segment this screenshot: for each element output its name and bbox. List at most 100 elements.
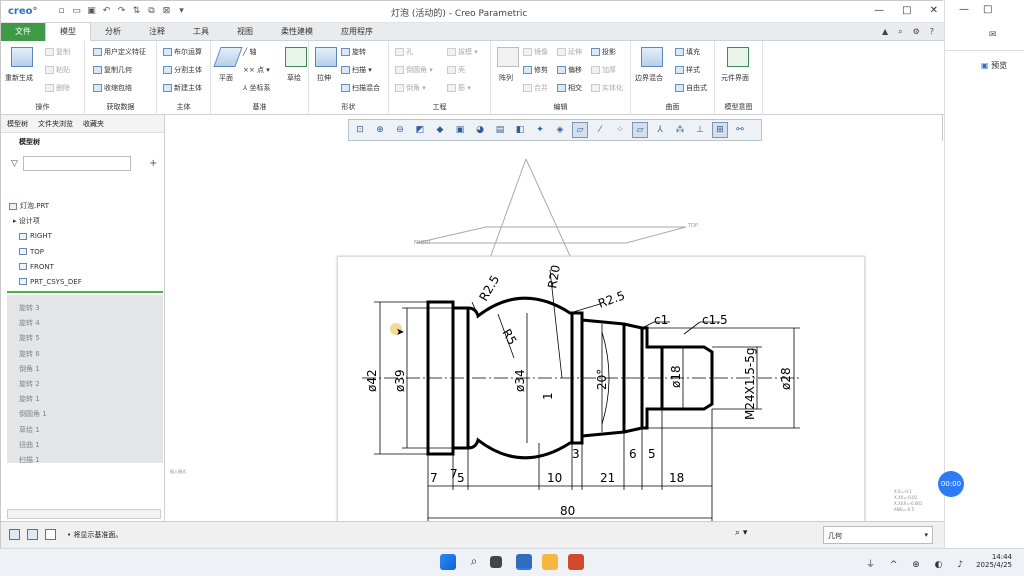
feature-item[interactable]: 旋转 2 (7, 377, 163, 392)
browser-icon[interactable] (45, 529, 56, 540)
merge-button[interactable]: 合并 (523, 83, 548, 93)
add-icon[interactable]: + (149, 158, 157, 169)
pattern-icon[interactable] (497, 47, 519, 67)
freestyle-button[interactable]: 自由式 (675, 83, 707, 93)
annotation-display-icon[interactable]: ⅄ (652, 122, 668, 138)
feature-item[interactable]: 扫描 1 (7, 453, 163, 468)
find-icon[interactable]: ⌕ ▾ (735, 528, 747, 538)
tab-model-tree[interactable]: 模型树 (7, 119, 28, 129)
feature-item[interactable]: 旋转 6 (7, 347, 163, 362)
tree-scrollbar[interactable] (7, 509, 161, 519)
folder-icon[interactable] (542, 554, 558, 570)
tree-item-front[interactable]: FRONT (9, 260, 161, 275)
redo-icon[interactable]: ↷ (116, 6, 127, 17)
round-button[interactable]: 倒圆角 ▾ (395, 65, 433, 75)
feature-item[interactable]: 旋转 4 (7, 316, 163, 331)
tree-item-design-items[interactable]: ▸ 设计项 (9, 214, 161, 229)
tree-search-input[interactable] (23, 156, 131, 171)
start-icon[interactable] (440, 554, 456, 570)
tree-item-top[interactable]: TOP (9, 245, 161, 260)
selection-filter[interactable]: 几何 ▾ (823, 526, 933, 544)
element-view-button[interactable]: 元件界面 (721, 73, 749, 83)
spin-center-icon[interactable]: ✦ (532, 122, 548, 138)
revolve-button[interactable]: 旋转 (341, 47, 366, 57)
open-icon[interactable]: ▭ (71, 6, 82, 17)
boundary-blend-icon[interactable] (641, 47, 663, 67)
feature-item[interactable]: 草绘 1 (7, 423, 163, 438)
axis-button[interactable]: ╱ 轴 (243, 47, 256, 57)
preview-button[interactable]: ▣ 预览 (981, 60, 1007, 71)
regenerate-icon[interactable] (11, 47, 33, 67)
sketcher-display-icon[interactable]: ⊞ (712, 122, 728, 138)
tab-model[interactable]: 模型 (45, 22, 91, 41)
side-icon[interactable]: ✉ (989, 30, 997, 40)
offset-button[interactable]: 偏移 (557, 65, 582, 75)
sweep-button[interactable]: 扫描 ▾ (341, 65, 372, 75)
customize-icon[interactable]: ▾ (176, 6, 187, 17)
collapse-ribbon-icon[interactable]: ▲ (882, 27, 888, 37)
draft-button[interactable]: 拔模 ▾ (447, 47, 478, 57)
minimize-icon[interactable]: — (874, 5, 884, 16)
taskview-icon[interactable] (490, 556, 502, 568)
zoom-in-icon[interactable]: ⊕ (372, 122, 388, 138)
swept-blend-button[interactable]: 扫描混合 (341, 83, 380, 93)
tab-favorites[interactable]: 收藏夹 (83, 119, 104, 129)
tab-file[interactable]: 文件 (1, 22, 45, 41)
view-manager-icon[interactable]: ▤ (492, 122, 508, 138)
tab-tools[interactable]: 工具 (179, 23, 223, 41)
chamfer-button[interactable]: 倒角 ▾ (395, 83, 426, 93)
project-button[interactable]: 投影 (591, 47, 616, 57)
boundary-blend-button[interactable]: 边界混合 (635, 73, 663, 83)
regenerate-icon[interactable]: ⇅ (131, 6, 142, 17)
close-icon[interactable]: ✕ (930, 5, 938, 16)
plane-icon[interactable] (213, 47, 243, 67)
element-view-icon[interactable] (727, 47, 749, 67)
help-icon[interactable]: ? (930, 27, 934, 37)
tag-display-icon[interactable]: ⁂ (672, 122, 688, 138)
extend-button[interactable]: 延伸 (557, 47, 582, 57)
maximize-icon[interactable]: □ (902, 5, 911, 16)
clock[interactable]: 14:44 2025/4/25 (972, 553, 1012, 569)
feature-item[interactable]: 旋转 3 (7, 301, 163, 316)
tab-applications[interactable]: 应用程序 (327, 23, 387, 41)
new-body-button[interactable]: 新建主体 (163, 83, 202, 93)
pattern-button[interactable]: 阵列 (499, 73, 513, 83)
tree-item-right[interactable]: RIGHT (9, 229, 161, 244)
copy-button[interactable]: 复制 (45, 47, 70, 57)
tray-icons[interactable]: ⏚ ^ ⊕ ◐ ♪ (866, 557, 969, 570)
powerpoint-icon[interactable] (568, 554, 584, 570)
intersect-button[interactable]: 相交 (557, 83, 582, 93)
plane-display-icon[interactable]: ▱ (572, 122, 588, 138)
fill-button[interactable]: 填充 (675, 47, 700, 57)
close-window-icon[interactable]: ⊠ (161, 6, 172, 17)
thicken-button[interactable]: 加厚 (591, 65, 616, 75)
hole-button[interactable]: 孔 (395, 47, 413, 57)
extrude-button[interactable]: 拉伸 (317, 73, 331, 83)
feature-item[interactable]: 扭曲 1 (7, 438, 163, 453)
tab-view[interactable]: 视图 (223, 23, 267, 41)
display-style-icon[interactable]: ▣ (452, 122, 468, 138)
repaint-icon[interactable]: ◩ (412, 122, 428, 138)
datum-display-icon[interactable]: ⊥ (692, 122, 708, 138)
sheet-icon[interactable] (9, 529, 20, 540)
filter-icon[interactable]: ▽ (11, 159, 18, 169)
recording-timer[interactable]: 00:00 (938, 471, 964, 497)
axis-display-icon[interactable]: ⁄ (592, 122, 608, 138)
style-button[interactable]: 样式 (675, 65, 700, 75)
plane-button[interactable]: 平面 (219, 73, 233, 83)
feature-item[interactable]: 旋转 1 (7, 392, 163, 407)
tab-flexible-modeling[interactable]: 柔性建模 (267, 23, 327, 41)
feature-item[interactable]: 倒圆角 1 (7, 407, 163, 422)
shrinkwrap-button[interactable]: 收缩包络 (93, 83, 132, 93)
point-button[interactable]: ×× 点 ▾ (243, 65, 270, 75)
tree-item-csys[interactable]: PRT_CSYS_DEF (9, 275, 161, 290)
perspective-icon[interactable]: ◆ (432, 122, 448, 138)
zoom-out-icon[interactable]: ⊖ (392, 122, 408, 138)
side-window-controls[interactable]: —□ (959, 4, 1006, 15)
anim-icon[interactable]: ⚯ (732, 122, 748, 138)
tab-folder-browser[interactable]: 文件夹浏览 (38, 119, 73, 129)
shell-button[interactable]: 壳 (447, 65, 465, 75)
extrude-icon[interactable] (315, 47, 337, 67)
point-display-icon[interactable]: ⁘ (612, 122, 628, 138)
creo-taskbar-icon[interactable] (516, 554, 532, 570)
